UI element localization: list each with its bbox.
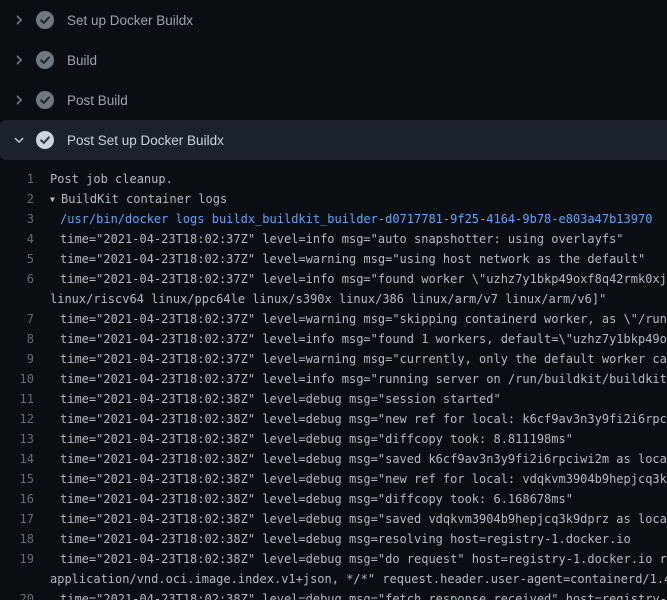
log-line-number[interactable]: 20 [0, 589, 34, 600]
log-line: 11time="2021-04-23T18:02:38Z" level=debu… [0, 389, 667, 409]
log-line: 19time="2021-04-23T18:02:38Z" level=debu… [0, 549, 667, 569]
log-line: 17time="2021-04-23T18:02:38Z" level=debu… [0, 509, 667, 529]
log-line-text: time="2021-04-23T18:02:37Z" level=info m… [34, 329, 667, 349]
log-line: 5time="2021-04-23T18:02:37Z" level=warni… [0, 249, 667, 269]
log-line-number[interactable]: 7 [0, 309, 34, 329]
log-line-text: time="2021-04-23T18:02:38Z" level=debug … [34, 389, 501, 409]
log-line: 9time="2021-04-23T18:02:37Z" level=warni… [0, 349, 667, 369]
log-line-number[interactable]: 2 [0, 189, 34, 209]
step-title: Set up Docker Buildx [67, 13, 193, 28]
log-line: 14time="2021-04-23T18:02:38Z" level=debu… [0, 449, 667, 469]
log-line-text: time="2021-04-23T18:02:38Z" level=debug … [34, 549, 667, 569]
log-line-text: linux/riscv64 linux/ppc64le linux/s390x … [34, 289, 606, 309]
log-line-number[interactable]: 3 [0, 209, 34, 229]
check-circle-icon [36, 51, 54, 69]
log-line: 4time="2021-04-23T18:02:37Z" level=info … [0, 229, 667, 249]
log-line-text: time="2021-04-23T18:02:37Z" level=info m… [34, 269, 667, 289]
step-title: Post Build [67, 93, 128, 108]
step-row-post-set-up-docker-buildx[interactable]: Post Set up Docker Buildx [0, 120, 667, 160]
log-line-text: application/vnd.oci.image.index.v1+json,… [34, 569, 667, 589]
log-line-text[interactable]: ▼BuildKit container logs [34, 189, 227, 209]
log-line-text: time="2021-04-23T18:02:38Z" level=debug … [34, 469, 667, 489]
chevron-down-icon[interactable] [12, 133, 26, 147]
log-line-number[interactable]: 18 [0, 529, 34, 549]
log-line: 1Post job cleanup. [0, 169, 667, 189]
log-group-toggle-icon[interactable]: ▼ [50, 190, 61, 209]
chevron-right-icon[interactable] [12, 93, 26, 107]
step-row-set-up-docker-buildx[interactable]: Set up Docker Buildx [0, 0, 667, 40]
log-line: 7time="2021-04-23T18:02:37Z" level=warni… [0, 309, 667, 329]
step-title: Post Set up Docker Buildx [67, 133, 224, 148]
log-line-number[interactable] [0, 569, 34, 589]
log-line-number[interactable]: 19 [0, 549, 34, 569]
chevron-right-icon[interactable] [12, 53, 26, 67]
step-title: Build [67, 53, 97, 68]
step-row-post-build[interactable]: Post Build [0, 80, 667, 120]
steps-list: Set up Docker Buildx Build Post Build Po… [0, 0, 667, 160]
log-line-text: time="2021-04-23T18:02:38Z" level=debug … [34, 489, 573, 509]
log-line-text: time="2021-04-23T18:02:38Z" level=debug … [34, 409, 667, 429]
log-line-text: time="2021-04-23T18:02:38Z" level=debug … [34, 509, 667, 529]
log-line: linux/riscv64 linux/ppc64le linux/s390x … [0, 289, 667, 309]
log-viewer: 1Post job cleanup.2▼BuildKit container l… [0, 160, 667, 600]
log-line-number[interactable]: 13 [0, 429, 34, 449]
log-line-number[interactable]: 4 [0, 229, 34, 249]
log-line: 20time="2021-04-23T18:02:38Z" level=debu… [0, 589, 667, 600]
check-circle-icon [36, 11, 54, 29]
log-line-number[interactable]: 17 [0, 509, 34, 529]
log-line-number[interactable]: 8 [0, 329, 34, 349]
log-line-text: time="2021-04-23T18:02:38Z" level=debug … [34, 449, 667, 469]
log-command-text: /usr/bin/docker logs buildx_buildkit_bui… [34, 209, 652, 229]
log-line-text: time="2021-04-23T18:02:37Z" level=warnin… [34, 349, 667, 369]
log-line-number[interactable]: 14 [0, 449, 34, 469]
log-line: 3/usr/bin/docker logs buildx_buildkit_bu… [0, 209, 667, 229]
log-line-text: time="2021-04-23T18:02:37Z" level=warnin… [34, 309, 667, 329]
log-line-number[interactable]: 6 [0, 269, 34, 289]
log-line: 16time="2021-04-23T18:02:38Z" level=debu… [0, 489, 667, 509]
log-line-text: time="2021-04-23T18:02:38Z" level=debug … [34, 529, 631, 549]
log-line-text: time="2021-04-23T18:02:38Z" level=debug … [34, 589, 667, 600]
log-line-text: time="2021-04-23T18:02:37Z" level=info m… [34, 369, 667, 389]
log-line-number[interactable]: 10 [0, 369, 34, 389]
log-line-text: Post job cleanup. [34, 169, 173, 189]
check-circle-icon [36, 91, 54, 109]
log-line-text: time="2021-04-23T18:02:37Z" level=info m… [34, 229, 624, 249]
log-group-label[interactable]: BuildKit container logs [61, 192, 227, 206]
log-line: 6time="2021-04-23T18:02:37Z" level=info … [0, 269, 667, 289]
log-line-number[interactable] [0, 289, 34, 309]
log-line-text: time="2021-04-23T18:02:38Z" level=debug … [34, 429, 573, 449]
log-line-number[interactable]: 9 [0, 349, 34, 369]
step-row-build[interactable]: Build [0, 40, 667, 80]
log-line: 13time="2021-04-23T18:02:38Z" level=debu… [0, 429, 667, 449]
log-line: application/vnd.oci.image.index.v1+json,… [0, 569, 667, 589]
log-line-number[interactable]: 1 [0, 169, 34, 189]
log-line: 2▼BuildKit container logs [0, 189, 667, 209]
log-line-number[interactable]: 5 [0, 249, 34, 269]
check-circle-icon [36, 131, 54, 149]
chevron-right-icon[interactable] [12, 13, 26, 27]
log-line-number[interactable]: 16 [0, 489, 34, 509]
log-line: 10time="2021-04-23T18:02:37Z" level=info… [0, 369, 667, 389]
log-line: 15time="2021-04-23T18:02:38Z" level=debu… [0, 469, 667, 489]
log-line: 12time="2021-04-23T18:02:38Z" level=debu… [0, 409, 667, 429]
log-line-number[interactable]: 15 [0, 469, 34, 489]
log-line-number[interactable]: 12 [0, 409, 34, 429]
log-line: 18time="2021-04-23T18:02:38Z" level=debu… [0, 529, 667, 549]
log-line-text: time="2021-04-23T18:02:37Z" level=warnin… [34, 249, 645, 269]
log-line-number[interactable]: 11 [0, 389, 34, 409]
log-line: 8time="2021-04-23T18:02:37Z" level=info … [0, 329, 667, 349]
